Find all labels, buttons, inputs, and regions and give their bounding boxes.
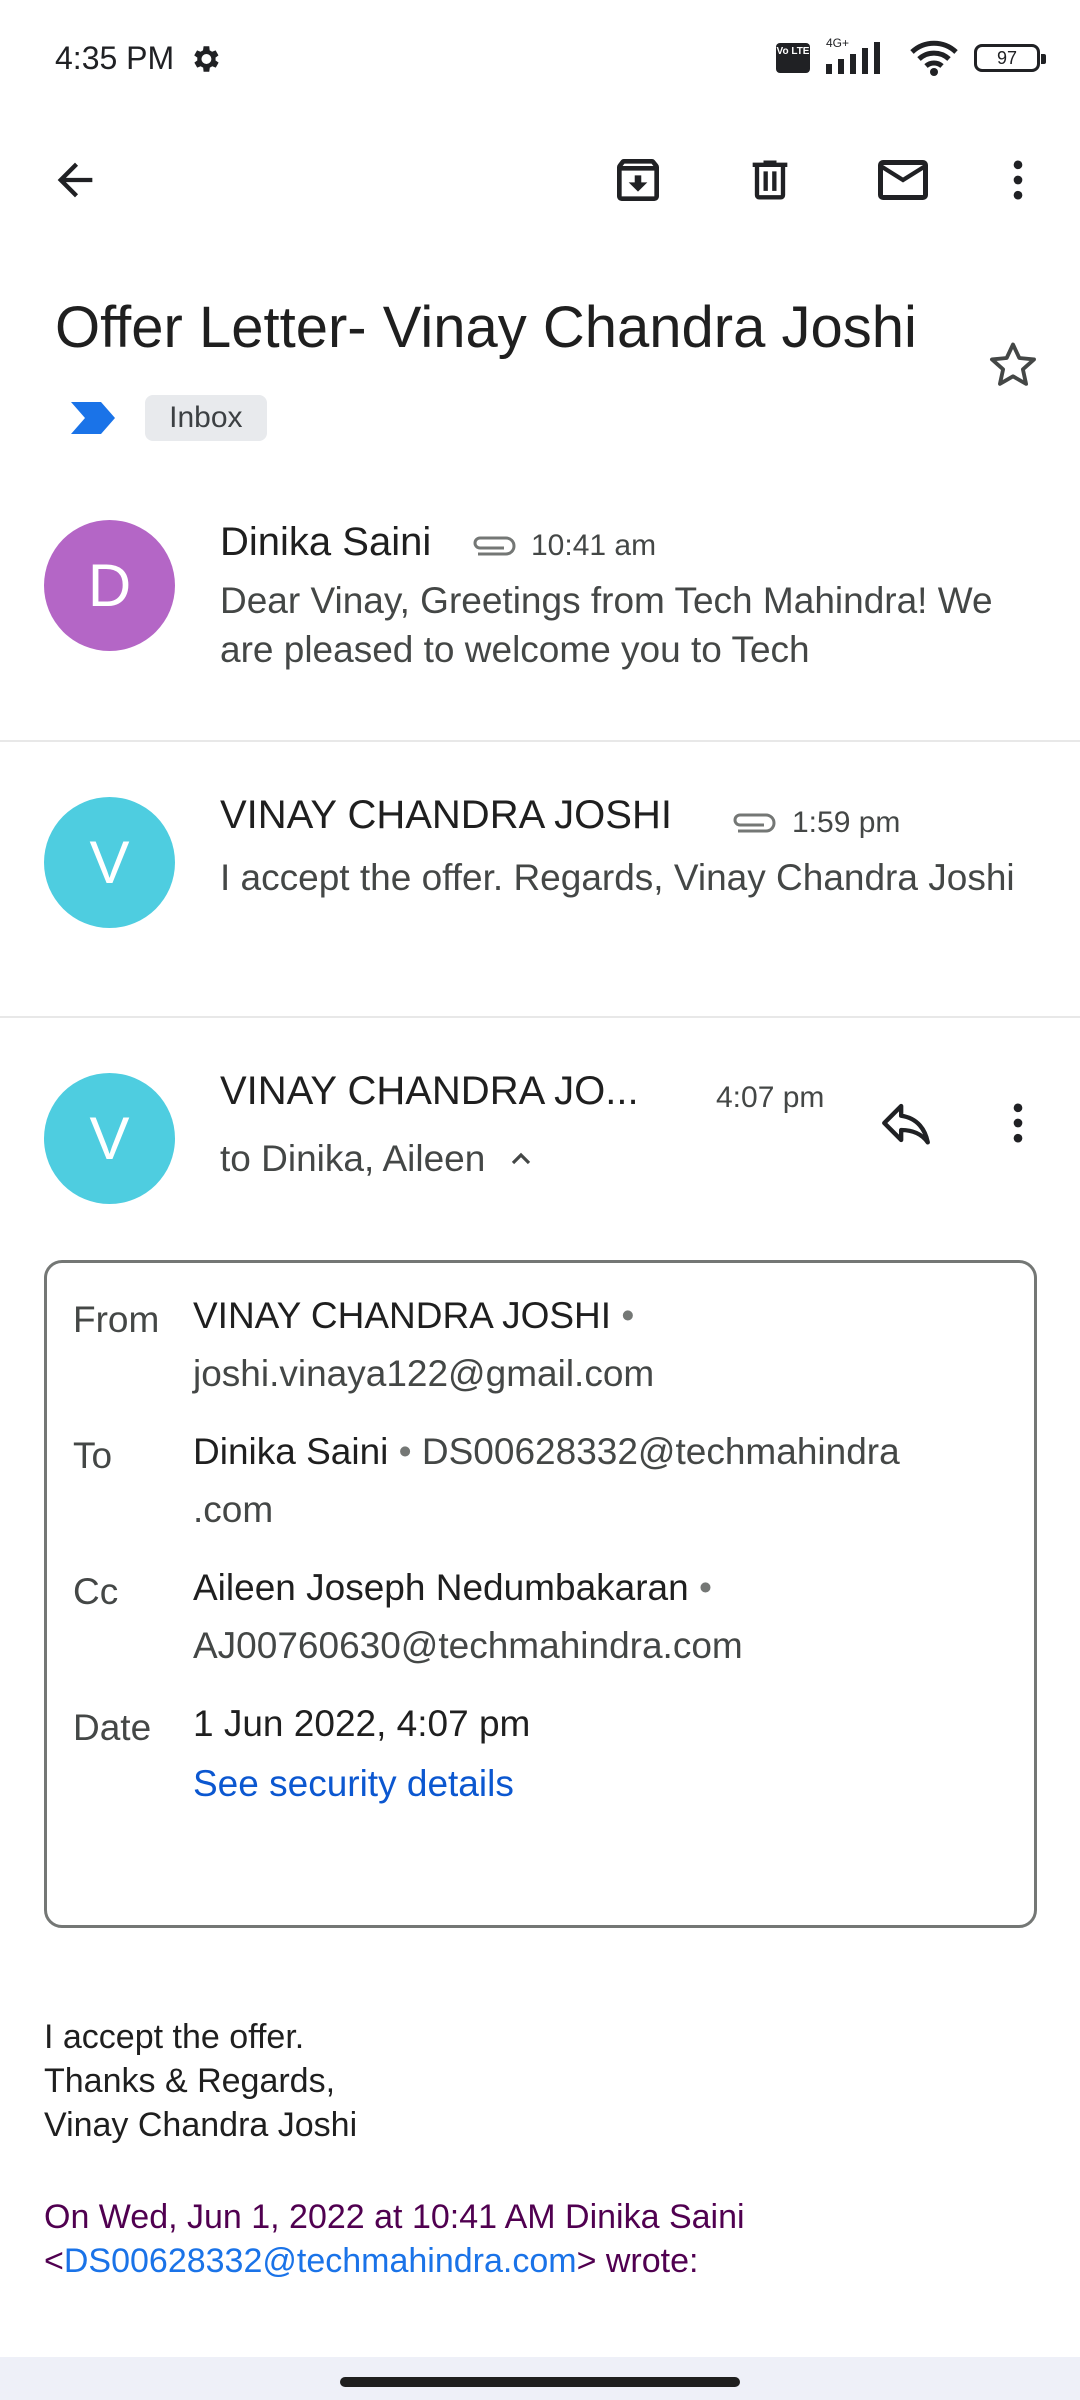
chevron-up-icon	[512, 1152, 531, 1165]
cell-signal-icon: 4G+	[824, 36, 894, 76]
from-label: From	[73, 1299, 160, 1340]
message-more-button[interactable]	[978, 1083, 1058, 1163]
cc-value: Aileen Joseph Nedumbakaran • AJ00760630@…	[193, 1559, 1013, 1675]
avatar: V	[44, 1073, 175, 1204]
to-label: To	[73, 1435, 113, 1476]
cc-label: Cc	[73, 1571, 119, 1612]
quote-line: <DS00628332@techmahindra.com> wrote:	[44, 2239, 745, 2283]
status-time: 4:35 PM	[55, 40, 175, 76]
settings-gear-icon	[194, 46, 219, 72]
archive-icon	[617, 158, 659, 201]
arrow-back-icon	[57, 162, 93, 198]
message-snippet: I accept the offer. Regards, Vinay Chand…	[220, 857, 1015, 898]
mail-icon	[878, 160, 928, 200]
recipients-toggle[interactable]: to Dinika, Aileen	[220, 1138, 537, 1180]
importance-marker-icon[interactable]	[69, 398, 119, 438]
to-name: Dinika Saini	[193, 1431, 389, 1472]
message-sender: Dinika Saini	[220, 520, 432, 564]
body-line: I accept the offer.	[44, 2018, 305, 2056]
separator-dot: •	[398, 1431, 412, 1472]
security-details-link[interactable]: See security details	[193, 1763, 514, 1805]
to-email[interactable]: DS00628332@techmahindra	[422, 1431, 900, 1472]
message-item[interactable]: D Dinika Saini 10:41 am Dear Vinay, Gree…	[0, 510, 1080, 740]
more-options-button[interactable]	[978, 140, 1058, 220]
to-email-continued[interactable]: .com	[193, 1489, 273, 1530]
archive-button[interactable]	[598, 140, 678, 220]
cc-name: Aileen Joseph Nedumbakaran	[193, 1567, 689, 1608]
status-icons: Vo LTE 4G+ 97	[776, 36, 1046, 78]
message-time: 1:59 pm	[792, 806, 901, 839]
mark-unread-button[interactable]	[863, 140, 943, 220]
from-name: VINAY CHANDRA JOSHI	[193, 1295, 612, 1336]
open-message-header[interactable]: V VINAY CHANDRA JO... 4:07 pm to Dinika,…	[0, 1063, 1080, 1233]
attachment-icon	[733, 813, 776, 833]
recipients-summary: to Dinika, Aileen	[220, 1138, 486, 1179]
cc-email[interactable]: AJ00760630@techmahindra.com	[193, 1625, 743, 1666]
back-button[interactable]	[35, 140, 115, 220]
message-snippet: Dear Vinay, Greetings from Tech Mahindra…	[220, 580, 993, 670]
date-value: 1 Jun 2022, 4:07 pm	[193, 1703, 531, 1744]
body-line: Thanks & Regards,	[44, 2062, 336, 2100]
wifi-icon	[910, 40, 958, 76]
separator-dot: •	[699, 1567, 712, 1608]
quoted-header: On Wed, Jun 1, 2022 at 10:41 AM Dinika S…	[44, 2195, 745, 2283]
subject-title: Offer Letter- Vinay Chandra Joshi	[55, 295, 917, 360]
quote-bracket: <	[44, 2242, 64, 2280]
quote-email-link[interactable]: DS00628332@techmahindra.com	[64, 2242, 577, 2280]
message-body: I accept the offer. Thanks & Regards, Vi…	[44, 2015, 357, 2147]
message-time: 10:41 am	[531, 529, 657, 562]
divider	[0, 740, 1080, 742]
inbox-label-chip[interactable]: Inbox	[145, 394, 267, 441]
attachment-icon	[473, 536, 516, 556]
more-vert-icon	[1013, 1103, 1023, 1143]
quote-line: On Wed, Jun 1, 2022 at 10:41 AM Dinika S…	[44, 2198, 745, 2236]
message-sender: VINAY CHANDRA JO...	[220, 1069, 639, 1113]
more-vert-icon	[1013, 160, 1023, 200]
message-sender: VINAY CHANDRA JOSHI	[220, 793, 672, 837]
email-subject: Offer Letter- Vinay Chandra Joshi Inbox	[55, 285, 955, 457]
trash-icon	[752, 160, 788, 200]
message-details-panel: From VINAY CHANDRA JOSHI • joshi.vinaya1…	[44, 1260, 1037, 1928]
from-value: VINAY CHANDRA JOSHI • joshi.vinaya122@gm…	[193, 1287, 1013, 1403]
volte-icon: Vo LTE	[776, 43, 810, 73]
body-line: Vinay Chandra Joshi	[44, 2106, 358, 2144]
divider	[0, 1016, 1080, 1018]
status-bar: 4:35 PM Vo LTE 4G+ 97	[0, 0, 1080, 120]
to-value: Dinika Saini • DS00628332@techmahindra .…	[193, 1423, 1013, 1539]
message-item[interactable]: V VINAY CHANDRA JOSHI 1:59 pm I accept t…	[0, 787, 1080, 1017]
message-time: 4:07 pm	[716, 1081, 825, 1114]
from-email[interactable]: joshi.vinaya122@gmail.com	[193, 1353, 654, 1394]
reply-icon	[882, 1103, 930, 1145]
quote-wrote: > wrote:	[576, 2242, 699, 2280]
home-gesture-handle[interactable]	[340, 2377, 740, 2387]
star-button[interactable]	[978, 330, 1048, 400]
star-outline-icon	[990, 342, 1036, 386]
system-navigation-bar	[0, 2357, 1080, 2400]
top-app-bar	[0, 130, 1080, 230]
separator-dot: •	[621, 1295, 635, 1336]
date-label: Date	[73, 1707, 152, 1748]
avatar: V	[44, 797, 175, 928]
delete-button[interactable]	[730, 140, 810, 220]
battery-icon: 97	[974, 44, 1046, 72]
avatar: D	[44, 520, 175, 651]
reply-button[interactable]	[866, 1083, 946, 1163]
